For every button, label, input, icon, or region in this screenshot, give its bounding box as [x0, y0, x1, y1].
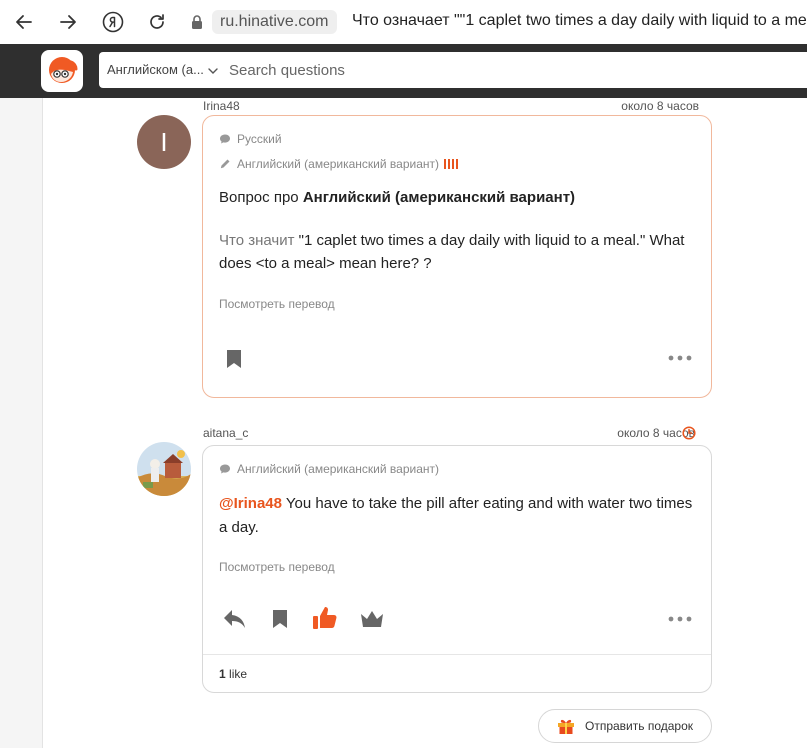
hinative-logo-icon	[49, 57, 78, 83]
forward-button[interactable]	[56, 10, 80, 34]
crown-icon	[361, 611, 383, 627]
bookmark-button[interactable]	[221, 346, 247, 372]
thumbs-up-icon	[313, 607, 337, 629]
url-field[interactable]: ru.hinative.com	[212, 10, 337, 34]
gift-icon	[557, 719, 574, 734]
more-options-button[interactable]	[665, 607, 695, 631]
bookmark-button[interactable]	[267, 606, 293, 632]
question-text: Что значит "1 caplet two times a day dai…	[219, 229, 689, 275]
app-header: Английском (а...	[0, 44, 807, 98]
level-indicator	[444, 159, 459, 169]
answer-card: Английский (американский вариант) @Irina…	[202, 445, 712, 693]
comment-icon	[220, 464, 230, 474]
card-divider	[203, 654, 711, 655]
browser-toolbar: ru.hinative.com Что означает ""1 caplet …	[0, 0, 807, 45]
about-language[interactable]: Английский (американский вариант)	[303, 189, 575, 206]
mention-link[interactable]: @Irina48	[219, 495, 282, 512]
about-prefix: Вопрос про	[219, 189, 299, 206]
send-gift-label: Отправить подарок	[584, 719, 694, 733]
more-icon	[668, 355, 692, 361]
language-select[interactable]: Английском (а...	[107, 52, 204, 88]
answer-language: Английский (американский вариант)	[237, 462, 440, 476]
answer-language-line: Английский (американский вариант)	[219, 462, 439, 476]
search-bar: Английском (а...	[99, 52, 807, 88]
studying-language: Английский (американский вариант)	[237, 157, 440, 171]
question-time: около 8 часов	[621, 99, 699, 113]
yandex-icon	[102, 11, 124, 33]
reply-icon	[224, 610, 245, 628]
hinative-logo[interactable]	[41, 50, 83, 92]
native-language: Русский	[237, 132, 282, 146]
bookmark-icon	[273, 610, 287, 628]
answer-text: @Irina48 You have to take the pill after…	[219, 492, 699, 540]
question-prefix: Что значит	[219, 232, 295, 249]
studying-language-line: Английский (американский вариант)	[219, 157, 459, 171]
question-avatar[interactable]: I	[137, 115, 191, 169]
pencil-icon	[220, 159, 230, 169]
lock-button[interactable]	[188, 13, 206, 31]
avatar-image	[137, 442, 191, 496]
reply-button[interactable]	[219, 606, 251, 632]
answer-body: You have to take the pill after eating a…	[219, 495, 693, 536]
search-input[interactable]	[229, 52, 789, 88]
forward-arrow-icon	[60, 15, 76, 29]
likes-label: like	[229, 667, 248, 681]
back-button[interactable]	[12, 10, 36, 34]
yandex-button[interactable]	[101, 10, 125, 34]
clock-icon	[682, 426, 696, 440]
send-gift-button[interactable]: Отправить подарок	[538, 709, 712, 743]
question-card: Русский Английский (американский вариант…	[202, 115, 712, 398]
answer-username[interactable]: aitana_c	[203, 426, 248, 440]
question-about: Вопрос про Английский (американский вари…	[219, 189, 575, 206]
featured-answer-button[interactable]	[357, 606, 387, 632]
comment-icon	[220, 134, 230, 144]
like-button[interactable]	[311, 604, 339, 632]
more-options-button[interactable]	[665, 346, 695, 370]
back-arrow-icon	[16, 15, 32, 29]
see-translation-link[interactable]: Посмотреть перевод	[219, 297, 335, 311]
likes-number: 1	[219, 667, 226, 681]
chevron-down-icon[interactable]	[207, 64, 219, 76]
question-username[interactable]: Irina48	[203, 99, 240, 113]
more-icon	[668, 616, 692, 622]
see-translation-link[interactable]: Посмотреть перевод	[219, 560, 335, 574]
answer-avatar[interactable]	[137, 442, 191, 496]
native-language-line: Русский	[219, 132, 282, 146]
reload-button[interactable]	[145, 10, 169, 34]
lock-icon	[192, 15, 202, 29]
reload-icon	[150, 14, 164, 29]
bookmark-icon	[227, 350, 241, 368]
likes-count[interactable]: 1 like	[219, 667, 247, 681]
page-title: Что означает ""1 caplet two times a day …	[352, 12, 807, 29]
